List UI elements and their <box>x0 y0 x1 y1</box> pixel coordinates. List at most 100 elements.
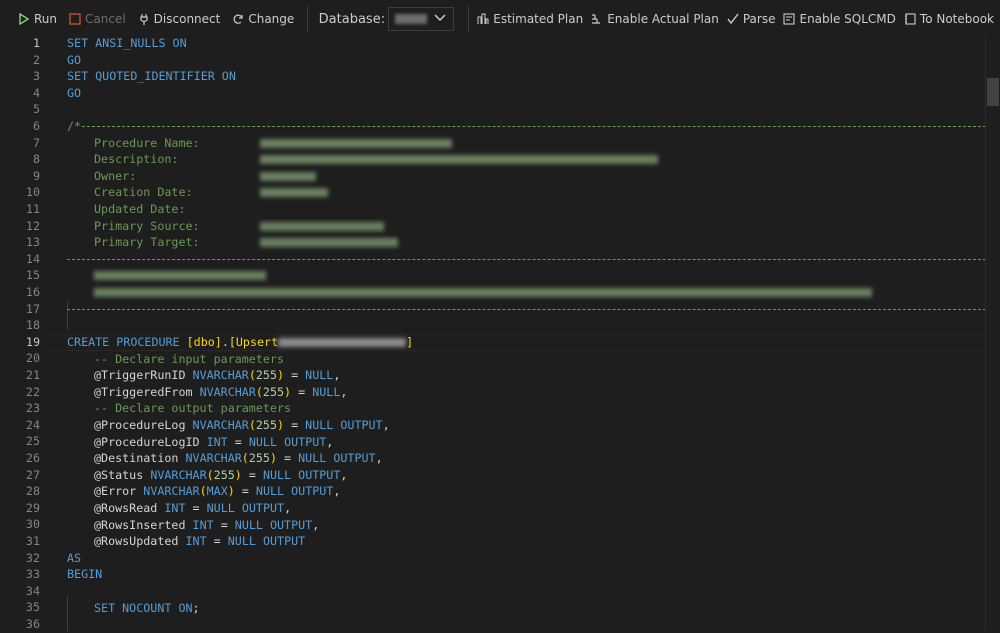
run-label: Run <box>34 12 57 26</box>
code-line: @Status NVARCHAR(255) = NULL OUTPUT, <box>0 467 1000 484</box>
line-number-text: 17 <box>0 301 40 318</box>
code-text: SET QUOTED_IDENTIFIER ON <box>67 68 236 85</box>
vertical-scrollbar[interactable] <box>985 38 1000 631</box>
disconnect-button[interactable]: Disconnect <box>132 6 227 32</box>
comment-open: /* <box>67 118 81 135</box>
param-decl: @RowsRead INT = NULL OUTPUT, <box>94 500 291 517</box>
code-line: Primary Target: <box>0 234 1000 251</box>
redacted-value <box>260 234 398 251</box>
stop-icon <box>69 13 81 25</box>
chevron-down-icon <box>433 11 447 25</box>
code-line: SET QUOTED_IDENTIFIER ON <box>0 68 1000 85</box>
code-line <box>0 284 1000 301</box>
database-value-redacted <box>395 14 427 24</box>
line-number-text: 14 <box>0 251 40 268</box>
comment-rule <box>67 309 996 310</box>
line-number-text: 18 <box>0 317 40 334</box>
code-line: CREATE PROCEDURE [dbo].[Upsert] <box>0 334 1000 351</box>
notebook-icon <box>904 13 916 25</box>
code-text: SET ANSI_NULLS ON <box>67 35 187 52</box>
code-text: AS <box>67 550 81 567</box>
code-line: SET ANSI_NULLS ON <box>0 35 1000 52</box>
code-line: @TriggerRunID NVARCHAR(255) = NULL, <box>0 367 1000 384</box>
run-button[interactable]: Run <box>0 6 63 32</box>
param-decl: @Error NVARCHAR(MAX) = NULL OUTPUT, <box>94 483 340 500</box>
code-line: @Destination NVARCHAR(255) = NULL OUTPUT… <box>0 450 1000 467</box>
redacted-value <box>260 135 452 152</box>
redacted-value <box>260 168 316 185</box>
line-number: 5 <box>0 101 1000 118</box>
parse-button[interactable]: Parse <box>725 6 782 32</box>
code-comment: -- Declare output parameters <box>94 400 291 417</box>
line-number-text: 36 <box>0 616 40 633</box>
sqlcmd-icon <box>783 13 795 25</box>
code-line: BEGIN <box>0 566 1000 583</box>
refresh-icon <box>232 13 244 25</box>
enable-sqlcmd-label: Enable SQLCMD <box>799 12 895 26</box>
estimated-plan-label: Estimated Plan <box>493 12 583 26</box>
play-icon <box>18 13 30 25</box>
plug-icon <box>138 13 150 25</box>
param-decl: @TriggerRunID NVARCHAR(255) = NULL, <box>94 367 340 384</box>
param-decl: @RowsInserted INT = NULL OUTPUT, <box>94 517 319 534</box>
param-decl: @RowsUpdated INT = NULL OUTPUT <box>94 533 305 550</box>
to-notebook-label: To Notebook <box>920 12 994 26</box>
code-line: -- Declare output parameters <box>0 400 1000 417</box>
code-line: Updated Date: <box>0 201 1000 218</box>
comment-rule <box>67 259 996 260</box>
param-decl: @ProcedureLogID INT = NULL OUTPUT, <box>94 434 333 451</box>
to-notebook-button[interactable]: To Notebook <box>902 6 1000 32</box>
redacted-comment <box>94 284 872 301</box>
code-line: GO <box>0 52 1000 69</box>
code-line: @RowsInserted INT = NULL OUTPUT, <box>0 517 1000 534</box>
check-icon <box>727 13 739 25</box>
code-line <box>0 267 1000 284</box>
cancel-label: Cancel <box>85 12 126 26</box>
database-select[interactable] <box>388 7 454 31</box>
line-number: 36 <box>0 616 1000 633</box>
code-text: GO <box>67 52 81 69</box>
query-toolbar: Run Cancel Disconnect Change Database: E… <box>0 0 1000 38</box>
comment-field-label: Procedure Name: <box>94 135 200 152</box>
code-comment: -- Declare input parameters <box>94 351 284 368</box>
line-number: 34 <box>0 583 1000 600</box>
estimated-plan-button[interactable]: Estimated Plan <box>475 6 589 32</box>
create-procedure-stmt: CREATE PROCEDURE [dbo].[Upsert] <box>67 334 413 351</box>
line-number: 18 <box>0 317 1000 334</box>
redacted-value <box>260 151 658 168</box>
database-label: Database: <box>315 12 388 27</box>
code-line: Primary Source: <box>0 218 1000 235</box>
redacted-value <box>260 184 328 201</box>
enable-actual-plan-button[interactable]: Enable Actual Plan <box>589 6 725 32</box>
code-line: Creation Date: <box>0 184 1000 201</box>
comment-rule <box>82 126 996 127</box>
code-line: @ProcedureLogID INT = NULL OUTPUT, <box>0 434 1000 451</box>
disconnect-label: Disconnect <box>154 12 221 26</box>
code-line: -- Declare input parameters <box>0 351 1000 368</box>
enable-actual-plan-label: Enable Actual Plan <box>607 12 719 26</box>
scrollbar-thumb[interactable] <box>987 78 999 106</box>
code-line: AS <box>0 550 1000 567</box>
code-line: @RowsUpdated INT = NULL OUTPUT <box>0 533 1000 550</box>
enable-sqlcmd-button[interactable]: Enable SQLCMD <box>781 6 901 32</box>
redacted-comment <box>94 267 266 284</box>
code-line: @TriggeredFrom NVARCHAR(255) = NULL, <box>0 384 1000 401</box>
param-decl: @Destination NVARCHAR(255) = NULL OUTPUT… <box>94 450 383 467</box>
code-line: SET NOCOUNT ON; <box>0 600 1000 617</box>
code-line: @ProcedureLog NVARCHAR(255) = NULL OUTPU… <box>0 417 1000 434</box>
code-line: Owner: <box>0 168 1000 185</box>
comment-field-label: Owner: <box>94 168 136 185</box>
change-label: Change <box>248 12 294 26</box>
actual-plan-icon <box>591 13 603 25</box>
code-text: GO <box>67 85 81 102</box>
line-number-text: 5 <box>0 101 40 118</box>
cancel-button[interactable]: Cancel <box>63 6 132 32</box>
code-line: GO <box>0 85 1000 102</box>
param-decl: @ProcedureLog NVARCHAR(255) = NULL OUTPU… <box>94 417 390 434</box>
comment-field-label: Creation Date: <box>94 184 193 201</box>
code-line: @Error NVARCHAR(MAX) = NULL OUTPUT, <box>0 483 1000 500</box>
sql-editor[interactable]: 1234567891011121314151617181920212223242… <box>0 38 1000 631</box>
line-number-text: 34 <box>0 583 40 600</box>
param-decl: @TriggeredFrom NVARCHAR(255) = NULL, <box>94 384 347 401</box>
change-connection-button[interactable]: Change <box>226 6 300 32</box>
